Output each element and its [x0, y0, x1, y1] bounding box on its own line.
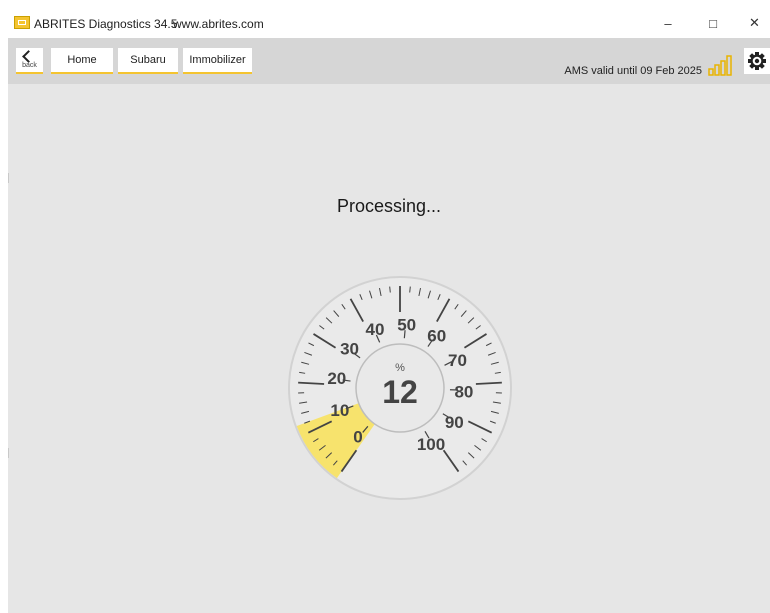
title-bar: ABRITES Diagnostics 34.5 www.abrites.com… — [8, 8, 770, 38]
gauge-tick-label: 30 — [340, 340, 359, 359]
progress-gauge: 010 20 30 40 50 6070 80 90100 % 12 — [288, 276, 512, 500]
window-edge-mark — [8, 173, 9, 183]
back-label: back — [22, 62, 37, 69]
app-logo-icon — [14, 16, 30, 29]
gauge-tick-label: 0 — [353, 427, 362, 446]
gauge-tick-label: 10 — [330, 401, 349, 420]
window-edge-mark — [8, 448, 9, 458]
gauge-minor-tick — [389, 286, 391, 293]
window-url: www.abrites.com — [173, 17, 264, 31]
window-title: ABRITES Diagnostics 34.5 — [34, 17, 178, 31]
gauge-tick-label: 80 — [454, 382, 473, 401]
back-chevron-icon — [22, 50, 35, 63]
breadcrumb-home[interactable]: Home — [51, 48, 113, 74]
gauge-unit: % — [395, 362, 405, 374]
toolbar: back Home Subaru Immobilizer AMS valid u… — [8, 38, 770, 84]
gauge-tick-label: 90 — [445, 413, 464, 432]
gauge-tick-label: 70 — [448, 351, 467, 370]
gauge-tick-label: 50 — [397, 315, 416, 334]
app-window: ABRITES Diagnostics 34.5 www.abrites.com… — [8, 8, 770, 613]
license-status: AMS valid until 09 Feb 2025 — [564, 65, 702, 77]
breadcrumb-immobilizer[interactable]: Immobilizer — [183, 48, 252, 74]
maximize-button[interactable]: □ — [694, 8, 732, 38]
signal-bars-icon — [708, 55, 732, 76]
gauge-value: 12 — [382, 374, 418, 410]
gauge-minor-tick — [409, 286, 411, 293]
back-button[interactable]: back — [16, 48, 43, 74]
close-button[interactable]: ✕ — [739, 8, 770, 38]
gauge-tick-label: 40 — [366, 320, 385, 339]
processing-status: Processing... — [336, 196, 442, 216]
settings-button[interactable] — [744, 48, 770, 74]
breadcrumb-subaru[interactable]: Subaru — [118, 48, 178, 74]
gear-icon — [748, 52, 766, 70]
minimize-button[interactable]: – — [649, 8, 687, 38]
gauge-tick-label: 20 — [327, 369, 346, 388]
gauge-tick-label: 100 — [417, 435, 445, 454]
gauge-tick-label: 60 — [427, 327, 446, 346]
